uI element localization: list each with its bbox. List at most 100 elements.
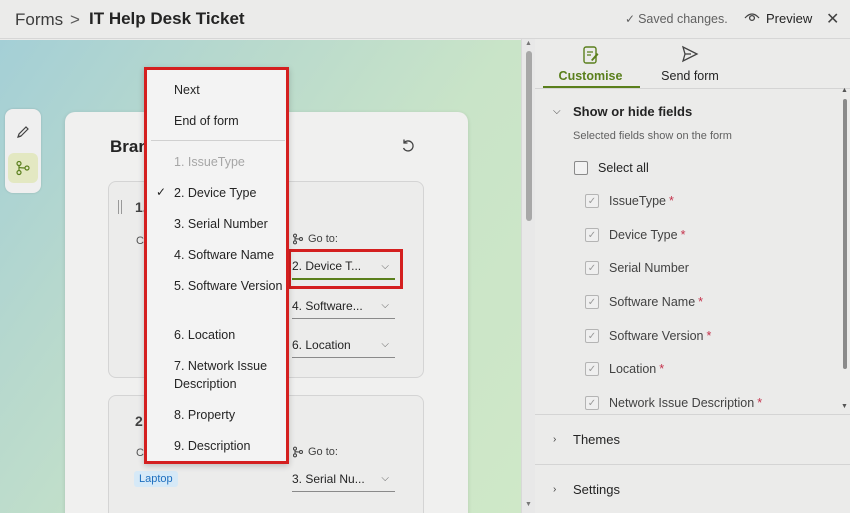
required-marker: *: [659, 362, 665, 376]
checkbox[interactable]: ✓: [585, 228, 599, 242]
dropdown-item[interactable]: 4. Software Name: [174, 246, 286, 264]
goto-label: Go to:: [292, 446, 338, 458]
dropdown-item[interactable]: Next: [174, 81, 286, 99]
goto-dropdown-menu: ✓ Next End of form 1. IssueType 2. Devic…: [144, 67, 289, 464]
card-title: Bran: [110, 137, 149, 156]
section-title: Themes: [573, 432, 620, 447]
dropdown-item[interactable]: 8. Property: [174, 406, 286, 424]
checkbox[interactable]: ✓: [585, 329, 599, 343]
dropdown-item[interactable]: 3. Serial Number: [174, 215, 286, 233]
field-checkbox-location[interactable]: ✓ Location *: [585, 362, 664, 376]
required-marker: *: [680, 228, 686, 242]
goto-select-value: 6. Location: [292, 337, 351, 352]
required-marker: *: [698, 295, 704, 309]
option-tag: Laptop: [134, 471, 178, 487]
divider: [535, 414, 850, 415]
scroll-up-icon[interactable]: ▲: [841, 87, 848, 94]
question-number: 2: [135, 413, 143, 429]
checkbox-label: IssueType: [609, 194, 666, 208]
dropdown-item[interactable]: 6. Location: [174, 326, 286, 344]
field-checkbox-software-version[interactable]: ✓ Software Version *: [585, 329, 711, 343]
section-title: Show or hide fields: [573, 104, 693, 119]
checkbox-label: Software Name: [609, 295, 696, 309]
customise-icon: [543, 45, 638, 65]
chevron-right-icon: ›: [553, 434, 557, 445]
panel-scrollbar[interactable]: ▲ ▼: [840, 87, 850, 414]
checkbox[interactable]: ✓: [585, 194, 599, 208]
scroll-thumb[interactable]: [843, 99, 847, 369]
page-title: IT Help Desk Ticket: [89, 9, 245, 28]
section-settings[interactable]: › Settings: [553, 482, 620, 497]
section-show-hide-fields[interactable]: ⌵ Show or hide fields: [553, 104, 692, 119]
tab-label: Send form: [661, 69, 719, 83]
tab-label: Customise: [558, 69, 623, 83]
drag-handle[interactable]: [118, 200, 122, 214]
required-marker: *: [706, 329, 712, 343]
dropdown-item[interactable]: End of form: [174, 112, 286, 130]
chevron-right-icon: ›: [553, 484, 557, 495]
scroll-thumb[interactable]: [526, 51, 532, 221]
section-hint: Selected fields show on the form: [573, 130, 732, 142]
highlight-box: [288, 249, 403, 289]
goto-select-value: 3. Serial Nu...: [292, 471, 365, 486]
divider: [535, 464, 850, 465]
checkbox[interactable]: [574, 161, 588, 175]
send-icon: [653, 45, 727, 65]
dropdown-item-selected[interactable]: 2. Device Type: [174, 184, 286, 202]
option-text: C: [136, 235, 144, 247]
checkbox-label: Location: [609, 362, 657, 376]
required-marker: *: [757, 396, 763, 410]
checkbox-label: Device Type: [609, 228, 678, 242]
breadcrumb-forms[interactable]: Forms: [15, 10, 63, 30]
goto-select-2[interactable]: 4. Software... ⌵: [292, 293, 395, 319]
preview-button[interactable]: Preview: [744, 11, 812, 26]
section-themes[interactable]: › Themes: [553, 432, 620, 447]
dropdown-item[interactable]: 7. Network Issue Description: [174, 357, 286, 393]
field-checkbox-device-type[interactable]: ✓ Device Type *: [585, 228, 685, 242]
breadcrumb-separator: >: [70, 10, 80, 29]
scroll-down-icon[interactable]: ▼: [525, 501, 532, 508]
checkbox-label: Software Version: [609, 329, 704, 343]
chevron-down-icon: ⌵: [381, 339, 389, 350]
field-checkbox-software-name[interactable]: ✓ Software Name *: [585, 295, 703, 309]
goto-select-3[interactable]: 6. Location ⌵: [292, 332, 395, 358]
required-marker: *: [668, 194, 674, 208]
saved-status: ✓ Saved changes.: [625, 12, 728, 26]
branching-icon[interactable]: [8, 153, 38, 183]
form-canvas: Bran 1. C Go to: 2. Device T... ⌵ 4. Sof…: [0, 40, 521, 513]
pencil-icon[interactable]: [8, 117, 38, 147]
field-checkbox-issuetype[interactable]: ✓ IssueType *: [585, 194, 674, 208]
tab-send-form[interactable]: Send form: [653, 45, 727, 87]
goto-label: Go to:: [292, 233, 338, 245]
canvas-scrollbar[interactable]: ▲ ▼: [521, 39, 535, 513]
goto-label-text: Go to:: [308, 446, 338, 458]
field-checkbox-serial-number[interactable]: ✓ Serial Number: [585, 261, 689, 275]
checkbox-label: Network Issue Description: [609, 396, 755, 410]
chevron-down-icon: ⌵: [381, 300, 389, 311]
branching-icon: [292, 446, 304, 458]
checkbox[interactable]: ✓: [585, 261, 599, 275]
dropdown-item[interactable]: 9. Description: [174, 437, 286, 455]
dropdown-item: 1. IssueType: [174, 155, 245, 169]
tab-customise[interactable]: Customise: [543, 45, 638, 87]
field-checkbox-network-issue-description[interactable]: ✓ Network Issue Description *: [585, 396, 762, 410]
checkbox[interactable]: ✓: [585, 396, 599, 410]
checkbox[interactable]: ✓: [585, 295, 599, 309]
branching-icon: [292, 233, 304, 245]
tool-rail: [5, 109, 41, 193]
top-bar: Forms > IT Help Desk Ticket ✓ Saved chang…: [0, 0, 850, 39]
saved-status-text: Saved changes.: [638, 12, 728, 26]
goto-label-text: Go to:: [308, 233, 338, 245]
reset-icon[interactable]: [400, 138, 416, 159]
eye-icon: [744, 11, 760, 26]
scroll-up-icon[interactable]: ▲: [525, 40, 532, 47]
close-icon[interactable]: ✕: [826, 9, 839, 29]
dropdown-item[interactable]: 5. Software Version: [174, 277, 286, 295]
checkbox-label: Select all: [598, 161, 649, 175]
checkbox[interactable]: ✓: [585, 362, 599, 376]
select-all-checkbox[interactable]: Select all: [574, 161, 649, 175]
scroll-down-icon[interactable]: ▼: [841, 403, 848, 410]
goto-select-q2[interactable]: 3. Serial Nu... ⌵: [292, 466, 395, 492]
check-icon: ✓: [625, 12, 636, 26]
checkbox-label: Serial Number: [609, 261, 689, 275]
